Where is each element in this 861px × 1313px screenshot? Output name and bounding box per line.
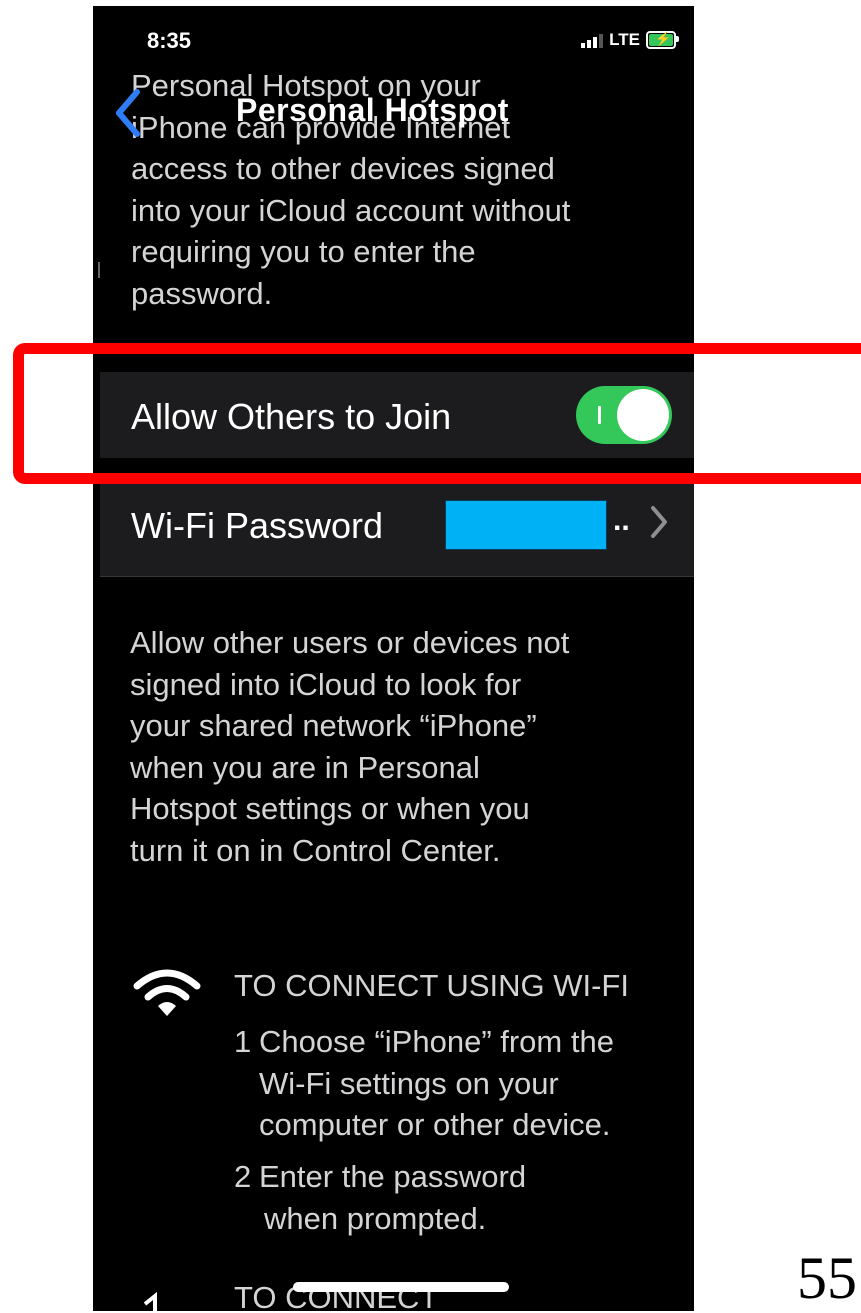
signal-icon [581,32,604,48]
allow-others-footer: Allow other users or devices not signed … [130,622,680,871]
edge-marker [98,262,100,278]
footer-line: signed into iCloud to look for [130,666,522,702]
password-truncation: .. [613,504,630,537]
intro-line: password. [131,275,273,311]
page-number: 55 [797,1245,857,1311]
step-line: Enter the password [259,1159,527,1194]
wifi-step-1: 1 Choose “iPhone” from the Wi-Fi settings… [234,1021,614,1146]
page-title: Personal Hotspot [236,92,509,128]
battery-charging-icon: ⚡ [646,31,679,49]
home-indicator[interactable] [293,1282,509,1292]
footer-line: turn it on in Control Center. [130,832,501,868]
wifi-password-row[interactable]: Wi-Fi Password .. [100,476,694,577]
step-line: when prompted. [264,1200,487,1236]
step-number: 1 [234,1024,252,1059]
footer-line: when you are in Personal [130,749,480,785]
intro-line: access to other devices signed [131,151,555,186]
intro-line: requiring you to enter the [131,234,476,269]
navigation-bar: Personal Hotspot [93,88,694,148]
bluetooth-icon [143,1291,157,1311]
row-divider [100,576,694,577]
chevron-right-icon [651,506,667,538]
step-line: computer or other device. [259,1107,611,1142]
wifi-section-header: TO CONNECT USING WI-FI [234,968,629,1003]
network-type: LTE [609,30,640,49]
highlight-annotation [13,343,861,484]
status-time: 8:35 [147,28,192,53]
footer-line: Hotspot settings or when you [130,791,530,826]
footer-line: Allow other users or devices not [130,625,570,660]
wifi-password-label: Wi-Fi Password [131,505,384,546]
status-indicators: LTE ⚡ [581,30,679,50]
intro-line: into your iCloud account without [131,192,571,228]
step-line: Wi-Fi settings on your [259,1065,559,1101]
wifi-icon [133,969,201,1016]
back-chevron-icon[interactable] [113,88,143,138]
phone-screen: 8:35 LTE ⚡ Personal Hotspot on your iPho… [93,6,694,1311]
step-line: Choose “iPhone” from the [259,1024,614,1059]
redacted-password-value [445,500,607,550]
wifi-step-2: 2 Enter the password when prompted. [234,1156,526,1239]
footer-line: your shared network “iPhone” [130,708,537,743]
step-number: 2 [234,1159,252,1194]
